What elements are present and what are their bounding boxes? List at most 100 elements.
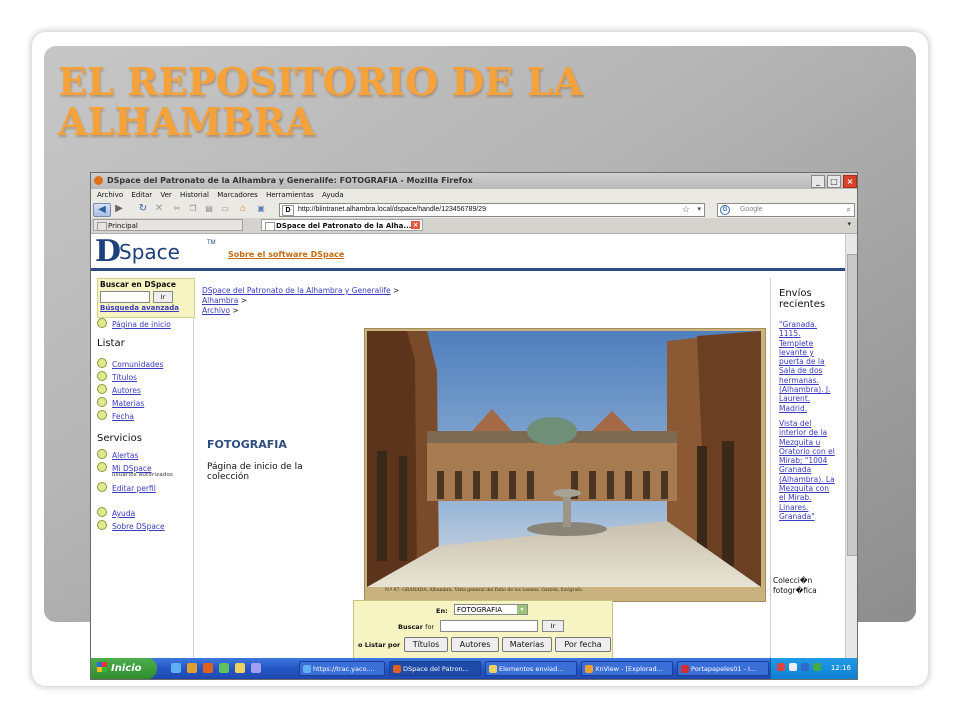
- print-icon[interactable]: ▭: [219, 203, 231, 215]
- task-mail[interactable]: Elementos enviad...: [485, 661, 577, 676]
- window-titlebar: DSpace del Patronato de la Alhambra y Ge…: [91, 173, 857, 189]
- tab-dspace[interactable]: DSpace del Patronato de la Alha... ×: [261, 219, 423, 231]
- minimize-icon[interactable]: _: [811, 175, 825, 188]
- tab-page-icon: [265, 222, 275, 230]
- reload-icon[interactable]: ↻: [137, 203, 149, 215]
- arrow-bullet-icon: [97, 384, 107, 394]
- alerts-link[interactable]: Alertas: [97, 449, 138, 460]
- browse-date-button[interactable]: Por fecha: [555, 637, 611, 652]
- search-go-button[interactable]: Ir: [153, 291, 173, 303]
- browse-authors-button[interactable]: Autores: [451, 637, 499, 652]
- recent-item-2[interactable]: Vista del interior de la Mezquita u Orat…: [779, 419, 837, 521]
- my-dspace-note: usuarios autorizados: [112, 472, 174, 478]
- collection-search-button[interactable]: Ir: [542, 620, 564, 632]
- browse-communities-link[interactable]: Comunidades: [97, 358, 163, 369]
- search-input[interactable]: [100, 291, 150, 303]
- browse-titles-button[interactable]: Títulos: [404, 637, 448, 652]
- bookmark-icon[interactable]: ▣: [255, 203, 267, 215]
- tab-bar: Principal DSpace del Patronato de la Alh…: [91, 218, 857, 234]
- search-bar[interactable]: G Google ⌕: [717, 203, 855, 217]
- scope-select[interactable]: FOTOGRAFIA ▾: [454, 604, 528, 615]
- menu-ayuda[interactable]: Ayuda: [322, 189, 344, 202]
- breadcrumb-link-archivo[interactable]: Archivo: [202, 306, 230, 315]
- task-app-icon: [681, 665, 689, 673]
- tab-principal[interactable]: Principal: [93, 219, 243, 231]
- back-icon[interactable]: ◀: [93, 203, 111, 217]
- menu-archivo[interactable]: Archivo: [97, 189, 123, 202]
- advanced-search-link[interactable]: Búsqueda avanzada: [100, 304, 179, 312]
- breadcrumb-link-root[interactable]: DSpace del Patronato de la Alhambra y Ge…: [202, 286, 391, 295]
- arrow-bullet-icon: [97, 397, 107, 407]
- menu-herramientas[interactable]: Herramientas: [266, 189, 314, 202]
- stop-icon[interactable]: ✕: [153, 203, 165, 215]
- browse-titles-link[interactable]: Títulos: [97, 371, 137, 382]
- close-icon[interactable]: ×: [843, 175, 857, 188]
- tray-icon[interactable]: [789, 663, 797, 671]
- home-page-link[interactable]: Página de inicio: [97, 318, 171, 329]
- breadcrumb-link-alhambra[interactable]: Alhambra: [202, 296, 238, 305]
- scrollbar-thumb[interactable]: [847, 254, 857, 556]
- home-icon[interactable]: ⌂: [237, 203, 249, 215]
- task-xnview[interactable]: XnView - [Explorad...: [581, 661, 673, 676]
- collection-photo: N.º 87. GRANADA. Alhambra. Vista general…: [364, 328, 766, 602]
- browse-authors-link[interactable]: Autores: [97, 384, 141, 395]
- tab-list-icon[interactable]: ▾: [847, 220, 851, 228]
- arrow-bullet-icon: [97, 462, 107, 472]
- dspace-logo[interactable]: D Space TM: [93, 234, 216, 269]
- about-dspace-link[interactable]: Sobre DSpace: [97, 520, 165, 531]
- task-trac[interactable]: https://trac.yaco....: [299, 661, 385, 676]
- tray-icon[interactable]: [813, 663, 821, 671]
- collection-subtitle: Página de inicio de la colección: [207, 462, 303, 482]
- task-dspace[interactable]: DSpace del Patron...: [389, 661, 481, 676]
- recent-item-1[interactable]: "Granada. 1115. Templete levante y puert…: [779, 320, 837, 413]
- browse-date-link[interactable]: Fecha: [97, 410, 134, 421]
- patio-de-los-leones-image: [367, 331, 761, 587]
- arrow-bullet-icon: [97, 410, 107, 420]
- dspace-header: D Space TM Sobre el software DSpace: [91, 234, 845, 271]
- collection-search-input[interactable]: [440, 620, 538, 632]
- breadcrumb: DSpace del Patronato de la Alhambra y Ge…: [202, 286, 400, 315]
- recent-submissions: Envíos recientes "Granada. 1115. Templet…: [770, 278, 845, 661]
- menu-ver[interactable]: Ver: [160, 189, 171, 202]
- start-button[interactable]: Inicio: [91, 658, 157, 679]
- browse-subjects-button[interactable]: Materias: [502, 637, 552, 652]
- task-app-icon: [393, 665, 401, 673]
- quick-search-box: Buscar en DSpace Ir Búsqueda avanzada: [97, 278, 195, 318]
- vertical-scrollbar[interactable]: [845, 234, 857, 661]
- tray-icon[interactable]: [777, 663, 785, 671]
- menu-historial[interactable]: Historial: [180, 189, 209, 202]
- browse-subjects-link[interactable]: Materias: [97, 397, 144, 408]
- url-dropdown-icon[interactable]: ▾: [697, 204, 701, 216]
- site-favicon-icon: D: [282, 205, 294, 216]
- quicklaunch-ie-icon[interactable]: [171, 663, 181, 673]
- about-software-link[interactable]: Sobre el software DSpace: [228, 250, 344, 259]
- search-in-label: En:: [436, 607, 448, 615]
- help-link[interactable]: Ayuda: [97, 507, 135, 518]
- services-heading: Servicios: [97, 433, 142, 444]
- menu-editar[interactable]: Editar: [131, 189, 152, 202]
- search-icon[interactable]: ⌕: [847, 204, 851, 216]
- browser-screenshot: DSpace del Patronato de la Alhambra y Ge…: [90, 172, 858, 680]
- quicklaunch-firefox-icon[interactable]: [203, 663, 213, 673]
- copy-icon[interactable]: ❐: [187, 203, 199, 215]
- url-bar[interactable]: D http://blintranet.alhambra.local/dspac…: [279, 203, 705, 217]
- quicklaunch-desktop-icon[interactable]: [251, 663, 261, 673]
- slide-title: EL REPOSITORIO DE LA ALHAMBRA: [58, 59, 583, 144]
- tab-close-icon[interactable]: ×: [411, 221, 420, 229]
- navigation-toolbar: ◀ ▶ ↻ ✕ ✂ ❐ ▤ ▭ ⌂ ▣ D http://blintranet.…: [91, 202, 857, 219]
- cut-icon[interactable]: ✂: [171, 203, 183, 215]
- recent-heading: Envíos recientes: [779, 288, 826, 310]
- paste-icon[interactable]: ▤: [203, 203, 215, 215]
- tray-icon[interactable]: [801, 663, 809, 671]
- quicklaunch-explorer-icon[interactable]: [187, 663, 197, 673]
- quicklaunch-messenger-icon[interactable]: [219, 663, 229, 673]
- web-page: D Space TM Sobre el software DSpace Busc…: [91, 234, 845, 661]
- menu-marcadores[interactable]: Marcadores: [217, 189, 258, 202]
- collection-search-form: En: FOTOGRAFIA ▾ Buscar for Ir o Listar …: [353, 600, 613, 661]
- maximize-icon[interactable]: □: [827, 175, 841, 188]
- quicklaunch-folder-icon[interactable]: [235, 663, 245, 673]
- forward-icon[interactable]: ▶: [113, 203, 125, 215]
- task-portapapeles[interactable]: Portapapeles01 - I...: [677, 661, 769, 676]
- star-icon[interactable]: ☆: [682, 203, 690, 215]
- edit-profile-link[interactable]: Editar perfil: [97, 482, 156, 493]
